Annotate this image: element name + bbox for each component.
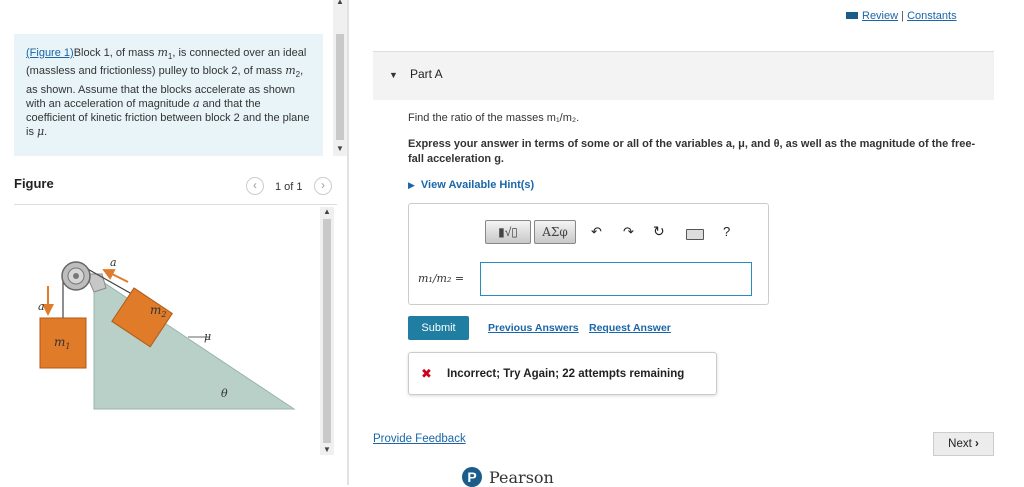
question-prompt: Find the ratio of the masses m₁/m₂.: [408, 112, 580, 124]
top-links: Review | Constants: [846, 10, 957, 22]
feedback-box: ✖ Incorrect; Try Again; 22 attempts rema…: [408, 352, 717, 395]
mu-label: μ: [204, 330, 211, 343]
figure-scrollbar[interactable]: ▲ ▼: [320, 207, 334, 455]
caret-down-icon[interactable]: ▼: [389, 70, 398, 80]
feedback-message: Incorrect; Try Again; 22 attempts remain…: [447, 368, 685, 380]
svg-text:m2: m2: [150, 303, 166, 319]
figure-prev-button[interactable]: ‹: [246, 177, 264, 195]
answer-label: m₁/m₂ =: [418, 272, 465, 285]
request-answer-link[interactable]: Request Answer: [589, 322, 671, 334]
scroll-down-icon[interactable]: ▼: [336, 144, 344, 153]
answer-box: ▮√▯ ΑΣφ ↶ ↷ ↻ ? m₁/m₂ =: [408, 203, 769, 305]
problem-statement: (Figure 1)Block 1, of mass m1, is connec…: [14, 34, 323, 156]
greek-symbols-button[interactable]: ΑΣφ: [534, 220, 576, 244]
scroll-up-icon[interactable]: ▲: [323, 207, 331, 216]
figure-heading: Figure: [14, 176, 54, 191]
review-icon: [846, 12, 858, 19]
templates-button[interactable]: ▮√▯: [485, 220, 531, 244]
scroll-down-icon[interactable]: ▼: [323, 445, 331, 454]
view-hints-link[interactable]: ▶ View Available Hint(s): [408, 179, 534, 191]
question-instructions: Express your answer in terms of some or …: [408, 138, 976, 165]
scroll-thumb[interactable]: [323, 219, 331, 443]
scroll-up-icon[interactable]: ▲: [336, 0, 344, 6]
review-link[interactable]: Review: [862, 10, 898, 22]
error-x-icon: ✖: [421, 366, 432, 381]
accel-label-2: a: [110, 256, 117, 269]
undo-icon[interactable]: ↶: [591, 224, 602, 240]
previous-answers-link[interactable]: Previous Answers: [488, 322, 579, 334]
scroll-thumb[interactable]: [336, 34, 344, 140]
provide-feedback-link[interactable]: Provide Feedback: [373, 433, 466, 445]
constants-link[interactable]: Constants: [907, 10, 957, 22]
next-button[interactable]: Next ›: [933, 432, 994, 456]
accel-label-1: a: [38, 300, 45, 313]
brand-name: Pearson: [489, 468, 554, 487]
theta-label: θ: [221, 387, 228, 400]
link-separator: |: [901, 10, 904, 22]
figure-pager: 1 of 1: [275, 181, 303, 193]
chevron-left-icon: ‹: [253, 178, 257, 192]
chevron-right-icon: ›: [975, 438, 979, 450]
reset-icon[interactable]: ↻: [653, 223, 665, 240]
physics-figure: m1 m2 a a μ θ: [38, 256, 296, 410]
incline-plane: [93, 275, 296, 410]
pearson-logo-icon: P: [462, 467, 482, 487]
problem-scrollbar[interactable]: ▲ ▼: [333, 0, 347, 156]
part-title: Part A: [410, 67, 443, 81]
caret-right-icon: ▶: [408, 180, 415, 190]
panel-divider[interactable]: [347, 0, 349, 485]
figure-next-button[interactable]: ›: [314, 177, 332, 195]
redo-icon[interactable]: ↷: [623, 224, 634, 240]
part-header[interactable]: ▼ Part A: [373, 51, 994, 100]
answer-input[interactable]: [480, 262, 752, 296]
keyboard-icon[interactable]: [686, 229, 704, 240]
submit-button[interactable]: Submit: [408, 316, 469, 340]
figure-link[interactable]: (Figure 1): [26, 47, 74, 59]
help-button[interactable]: ?: [723, 224, 730, 239]
problem-text: Block 1, of mass m1, is connected over a…: [26, 46, 310, 139]
divider: [14, 204, 337, 205]
chevron-right-icon: ›: [321, 178, 325, 192]
